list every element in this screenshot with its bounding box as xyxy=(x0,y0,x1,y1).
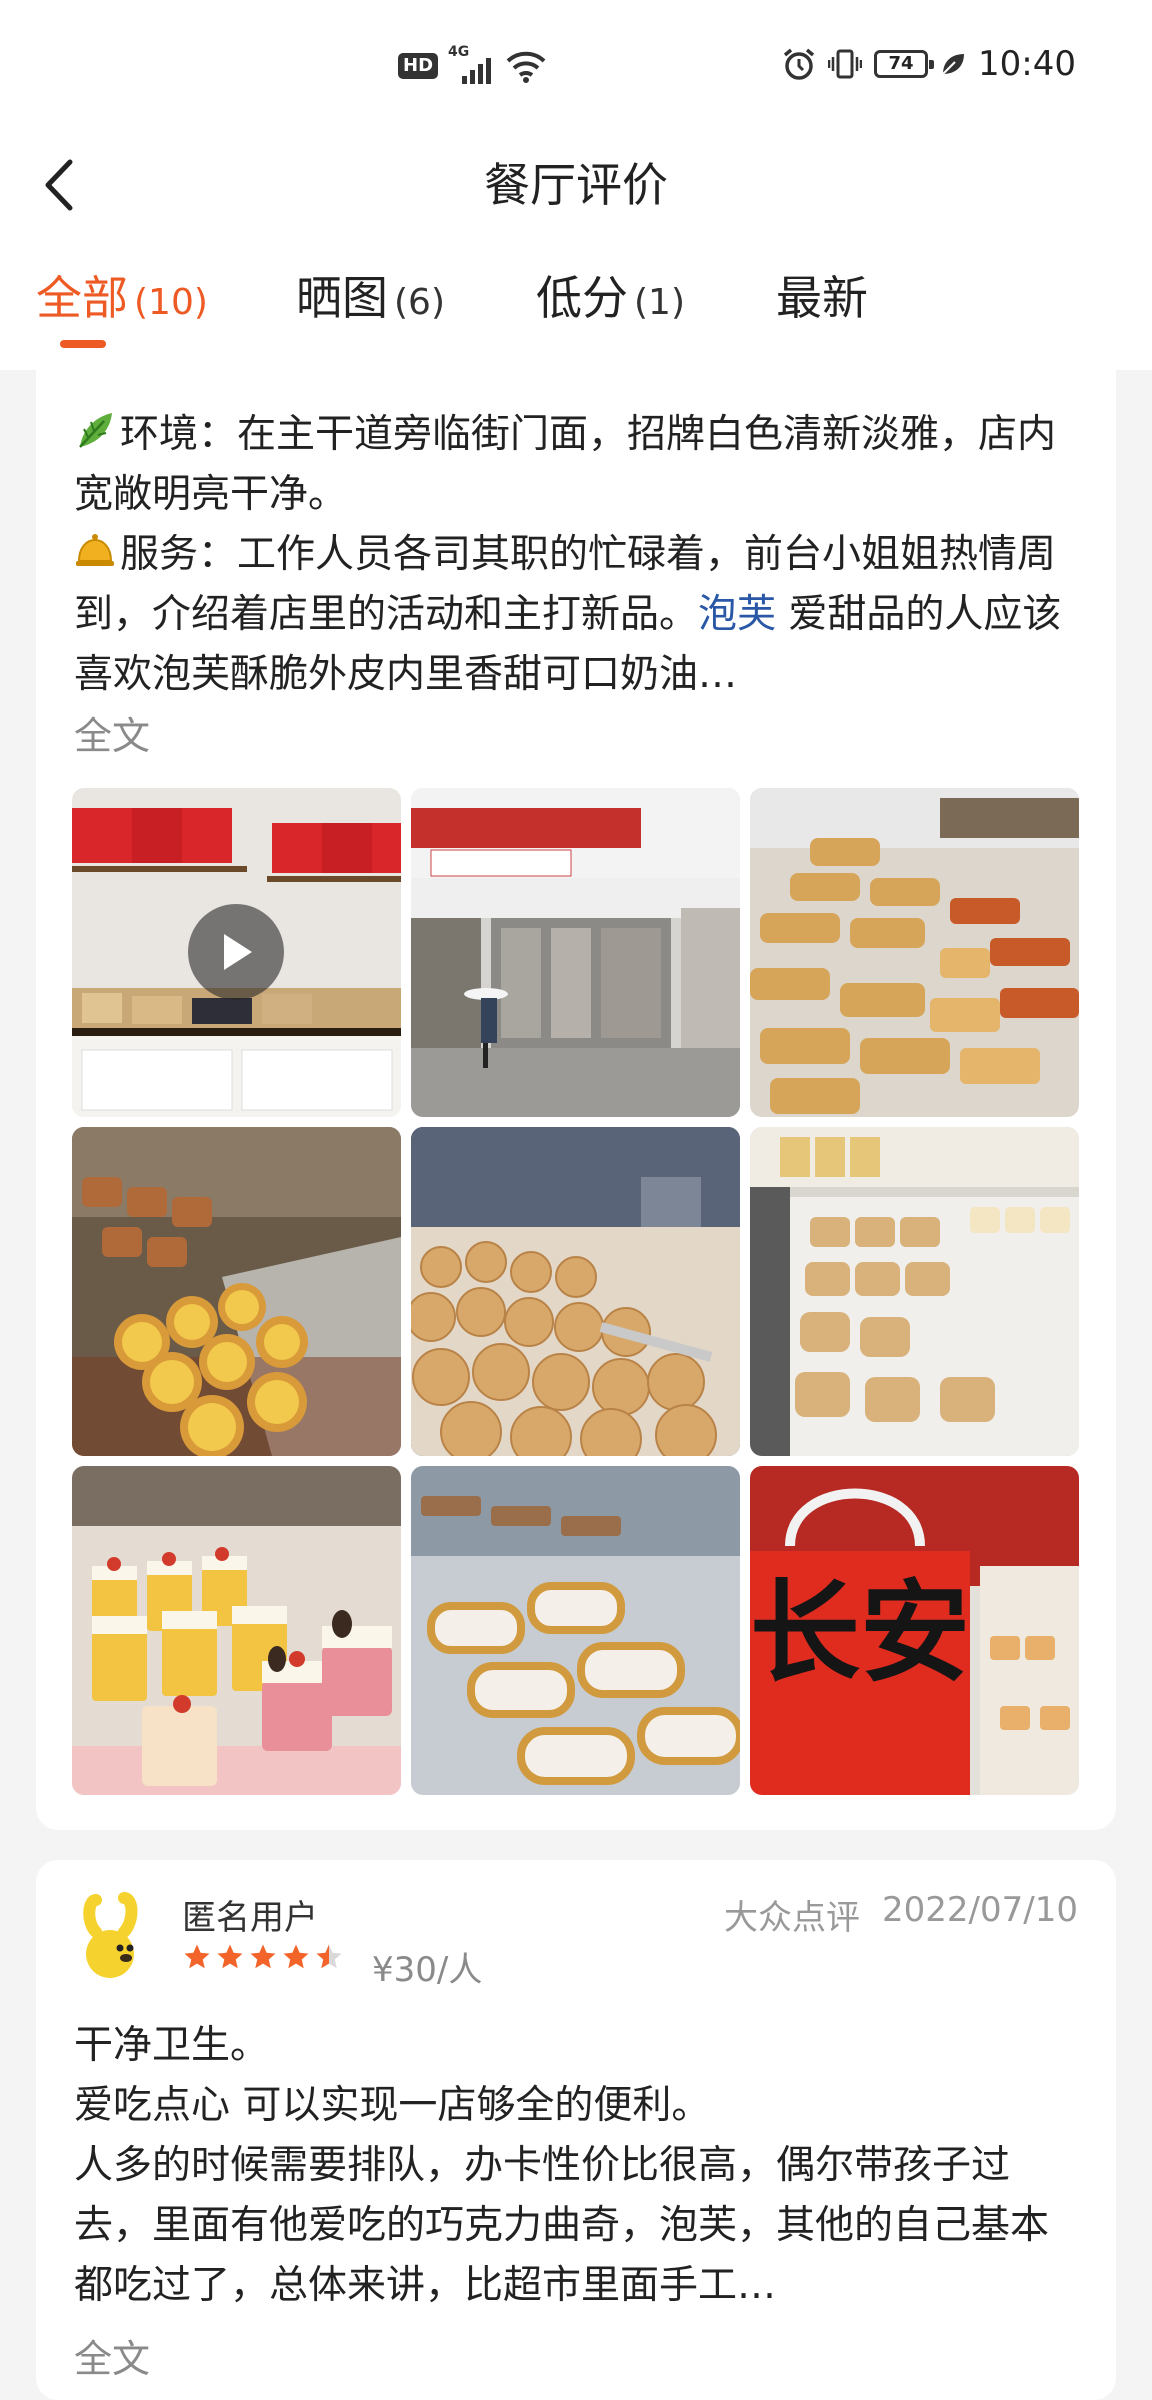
review-env-paragraph: 环境：在主干道旁临街门面，招牌白色清新淡雅，店内宽敞明亮干净。 xyxy=(74,405,1084,525)
photo-grid: 长安 xyxy=(72,788,1080,1796)
username[interactable]: 匿名用户 xyxy=(182,1890,318,1939)
alarm-icon xyxy=(783,48,815,80)
clock: 10:40 xyxy=(978,44,1076,84)
red-bag-photo: 长安 xyxy=(750,1466,1079,1795)
photo-thumb[interactable] xyxy=(72,1466,401,1795)
price-per-person: ¥30/人 xyxy=(372,1950,483,1990)
star-icon xyxy=(217,1944,243,1969)
mousse-cups-photo xyxy=(72,1466,401,1795)
service-label: 服务： xyxy=(120,532,238,577)
page-title: 餐厅评价 xyxy=(484,158,668,212)
packaged-cakes-photo xyxy=(750,1127,1079,1456)
review-date: 2022/07/10 xyxy=(882,1890,1078,1930)
status-center: HD 4G xyxy=(398,44,546,84)
tab-label: 晒图 xyxy=(296,271,388,325)
tab-all[interactable]: 全部 (10) xyxy=(36,268,208,333)
star-rating xyxy=(182,1942,344,1972)
review-meta: 大众点评 2022/07/10 xyxy=(724,1890,1078,1939)
read-more-link[interactable]: 全文 xyxy=(74,2328,150,2383)
battery-indicator: 74 xyxy=(874,50,935,78)
review-text: 干净卫生。 爱吃点心 可以实现一店够全的便利。 人多的时候需要排队，办卡性价比很… xyxy=(74,2016,1084,2316)
avatar xyxy=(83,1892,138,1978)
review-source: 大众点评 xyxy=(724,1898,861,1938)
storefront-photo xyxy=(411,788,740,1117)
status-bar: HD 4G 74 10:40 xyxy=(0,0,1152,130)
bag-brand-text: 长安 xyxy=(750,1568,970,1697)
tab-label: 全部 xyxy=(36,271,128,325)
photo-thumb[interactable] xyxy=(72,788,401,1117)
cookies-photo xyxy=(411,1127,740,1456)
star-icon xyxy=(184,1944,210,1969)
tab-count: (10) xyxy=(134,282,208,323)
tab-label: 低分 xyxy=(536,271,628,325)
tab-photos[interactable]: 晒图 (6) xyxy=(296,268,445,333)
half-star-icon xyxy=(316,1944,342,1969)
review-line: 干净卫生。 xyxy=(74,2023,270,2068)
vibrate-icon xyxy=(828,49,863,79)
review-service-paragraph: 服务：工作人员各司其职的忙碌着，前台小姐姐热情周到，介绍着店里的活动和主打新品。… xyxy=(74,525,1084,705)
photo-thumb[interactable] xyxy=(750,1127,1079,1456)
review-card[interactable]: 匿名用户 ¥30/人 大众点评 2022/07/10 干净卫生。 爱吃点心 可以… xyxy=(36,1860,1116,2400)
play-icon[interactable] xyxy=(188,904,284,1000)
tab-bar: 全部 (10) 晒图 (6) 低分 (1) 最新 xyxy=(0,240,1152,370)
photo-thumb[interactable] xyxy=(411,1466,740,1795)
signal-icon: 4G xyxy=(448,44,496,84)
dish-link[interactable]: 泡芙 xyxy=(698,592,776,637)
tab-count: (6) xyxy=(394,282,445,323)
pastry-rolls-photo xyxy=(750,788,1079,1117)
leaf-icon xyxy=(942,54,965,75)
tab-count: (1) xyxy=(634,282,685,323)
herb-icon xyxy=(79,413,112,448)
photo-thumb[interactable] xyxy=(72,1127,401,1456)
star-icon xyxy=(283,1944,309,1969)
photo-thumb[interactable] xyxy=(411,788,740,1117)
read-more-link[interactable]: 全文 xyxy=(74,705,150,760)
photo-thumb[interactable] xyxy=(411,1127,740,1456)
egg-tarts-photo xyxy=(72,1127,401,1456)
photo-thumb[interactable]: 长安 xyxy=(750,1466,1079,1795)
env-label: 环境： xyxy=(120,412,238,457)
hd-badge: HD xyxy=(398,53,439,79)
tab-label: 最新 xyxy=(776,271,868,325)
tab-indicator xyxy=(60,340,106,348)
photo-thumb[interactable] xyxy=(750,788,1079,1117)
status-right: 74 10:40 xyxy=(782,44,1076,84)
header: 餐厅评价 xyxy=(0,130,1152,240)
wifi-icon xyxy=(506,51,546,83)
roll-cakes-photo xyxy=(411,1466,740,1795)
review-card[interactable]: 环境：在主干道旁临街门面，招牌白色清新淡雅，店内宽敞明亮干净。 服务：工作人员各… xyxy=(36,355,1116,1830)
bell-icon xyxy=(76,534,114,566)
review-line: 爱吃点心 可以实现一店够全的便利。 xyxy=(74,2083,711,2128)
review-line: 人多的时候需要排队，办卡性价比很高，偶尔带孩子过去，里面有他爱吃的巧克力曲奇，泡… xyxy=(74,2143,1050,2308)
tab-latest[interactable]: 最新 xyxy=(776,268,868,328)
star-icon xyxy=(250,1944,276,1969)
tab-low-score[interactable]: 低分 (1) xyxy=(536,268,685,333)
